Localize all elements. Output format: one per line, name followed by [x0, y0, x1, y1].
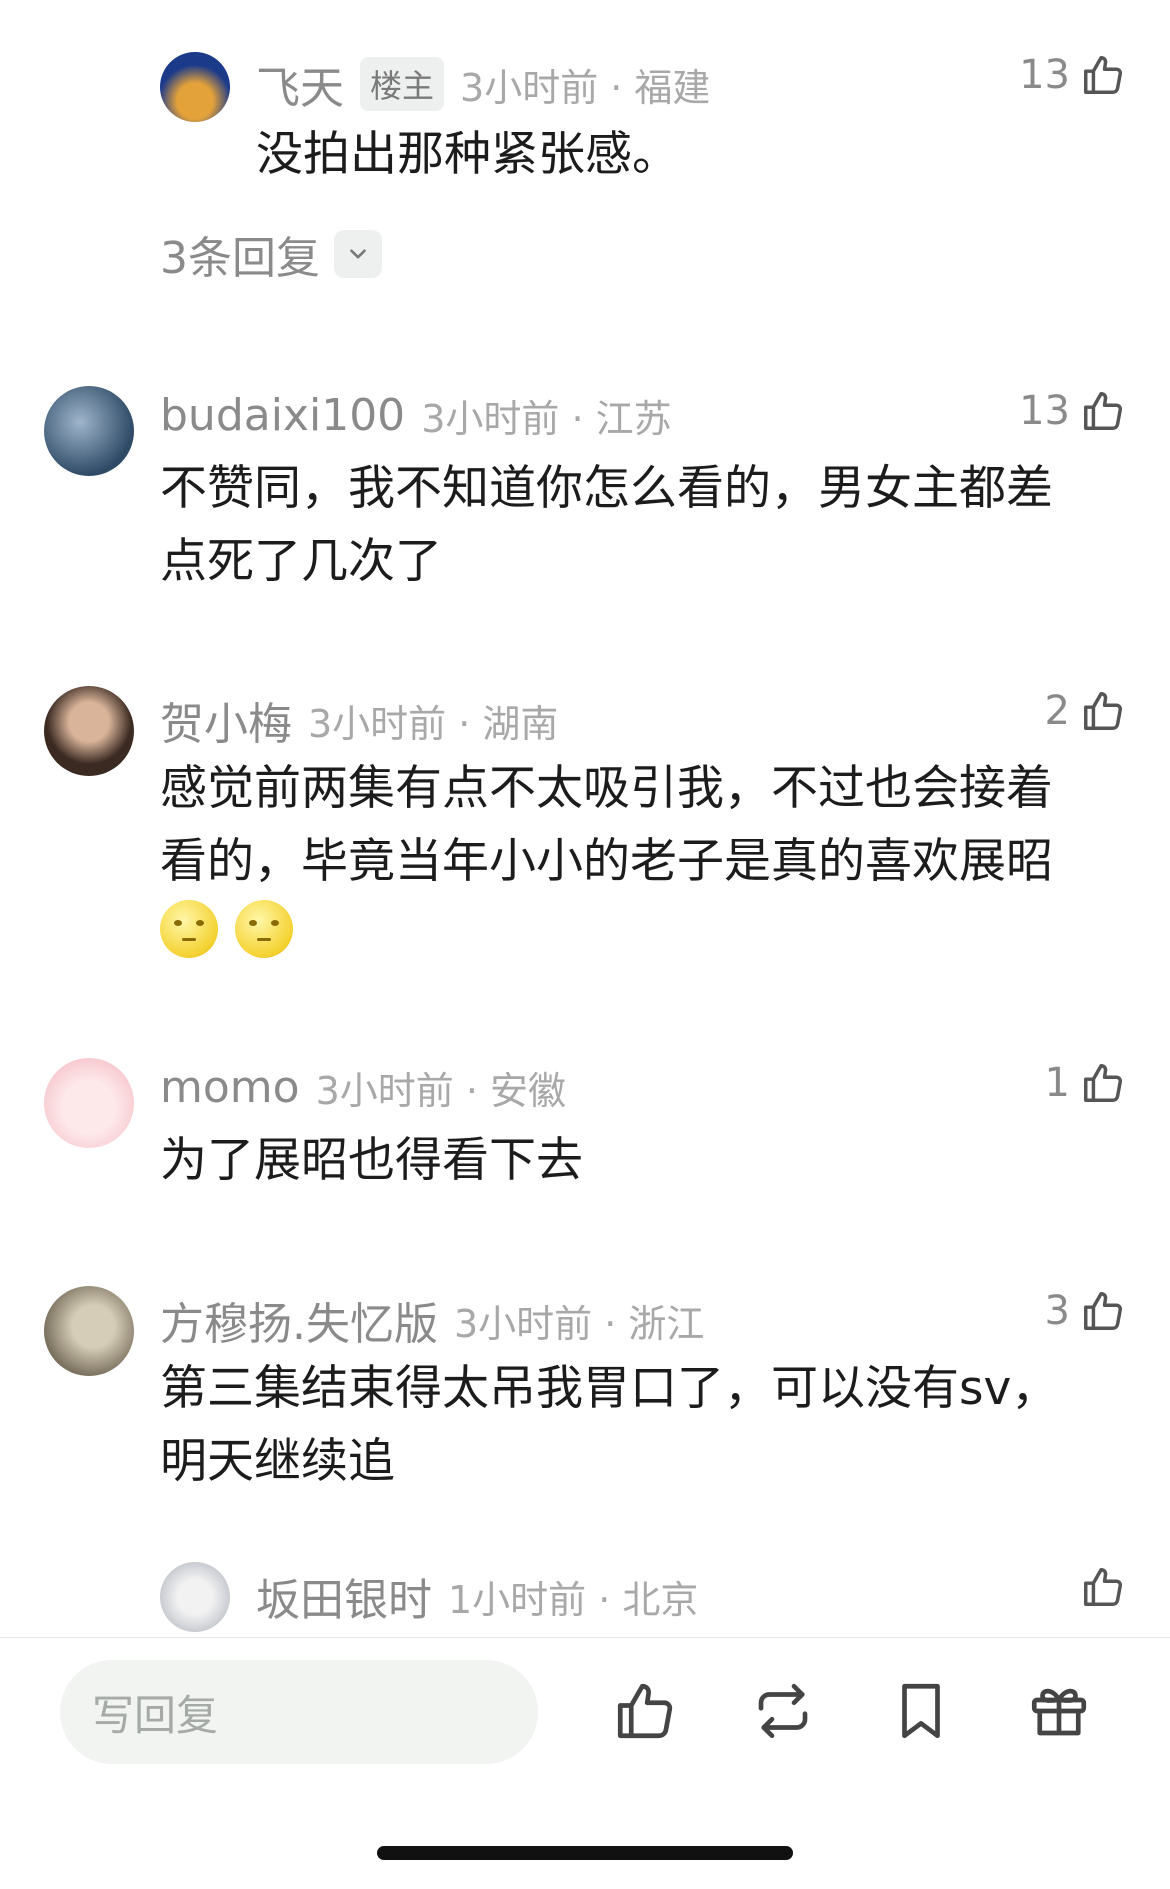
comment-text: 为了展昭也得看下去 — [160, 1133, 583, 1188]
reply-input[interactable]: 写回复 — [60, 1660, 538, 1764]
comment-text: 感觉前两集有点不太吸引我，不过也会接着 看的，毕竟当年小小的老子是真的喜欢展昭 — [160, 761, 1053, 889]
username[interactable]: 贺小梅 — [160, 688, 292, 752]
emoji-row — [160, 900, 305, 958]
thumbs-up-icon — [1084, 692, 1122, 730]
like-count: 13 — [1019, 52, 1070, 98]
comment-text: 不赞同，我不知道你怎么看的，男女主都差 点死了几次了 — [160, 461, 1053, 589]
avatar[interactable] — [160, 52, 230, 122]
bookmark-icon[interactable] — [888, 1678, 954, 1744]
moon-face-emoji-icon — [160, 900, 218, 958]
like-button[interactable]: 2 — [1045, 688, 1126, 734]
like-count: 3 — [1044, 1288, 1070, 1334]
timestamp-location: 3小时前 · 福建 — [460, 65, 711, 110]
timestamp-location: 3小时前 · 安徽 — [315, 1069, 566, 1113]
username[interactable]: 坂田银时 — [256, 1564, 432, 1628]
moon-face-emoji-icon — [235, 900, 294, 958]
timestamp-location: 1小时前 · 北京 — [448, 1577, 699, 1622]
avatar[interactable] — [160, 1562, 230, 1632]
like-button[interactable]: 3 — [1045, 1288, 1126, 1334]
like-count: 1 — [1044, 1060, 1070, 1106]
thumbs-up-icon — [1084, 1568, 1122, 1606]
timestamp-location: 3小时前 · 浙江 — [454, 1301, 705, 1346]
thumbs-up-icon — [1084, 392, 1122, 430]
thumbs-up-icon[interactable] — [612, 1678, 678, 1744]
avatar[interactable] — [44, 686, 134, 776]
username[interactable]: 飞天 — [256, 52, 344, 116]
like-button[interactable] — [1070, 1564, 1126, 1610]
avatar[interactable] — [44, 1286, 134, 1376]
op-badge: 楼主 — [360, 57, 445, 111]
gift-icon[interactable] — [1026, 1678, 1092, 1744]
username[interactable]: budaixi100 — [160, 390, 405, 441]
repost-icon[interactable] — [750, 1678, 816, 1744]
like-button[interactable]: 13 — [1019, 52, 1126, 98]
timestamp-location: 3小时前 · 湖南 — [308, 701, 559, 746]
like-button[interactable]: 13 — [1019, 388, 1126, 434]
comment-text: 第三集结束得太吊我胃口了，可以没有sv， 明天继续追 — [160, 1361, 1059, 1489]
reply-placeholder: 写回复 — [92, 1690, 219, 1740]
like-count: 13 — [1019, 388, 1070, 434]
avatar[interactable] — [44, 386, 134, 476]
chevron-down-icon — [334, 230, 382, 278]
thumbs-up-icon — [1084, 1292, 1122, 1330]
expand-replies-button[interactable]: 3条回复 — [160, 222, 382, 286]
replies-count: 3条回复 — [160, 233, 320, 284]
like-count: 2 — [1044, 688, 1070, 734]
username[interactable]: 方穆扬.失忆版 — [160, 1288, 438, 1352]
like-button[interactable]: 1 — [1045, 1060, 1126, 1106]
avatar[interactable] — [44, 1058, 134, 1148]
username[interactable]: momo — [160, 1062, 300, 1113]
thumbs-up-icon — [1084, 1064, 1122, 1102]
timestamp-location: 3小时前 · 江苏 — [421, 397, 672, 441]
thumbs-up-icon — [1084, 56, 1122, 94]
comment-text: 没拍出那种紧张感。 — [256, 127, 679, 182]
home-indicator[interactable] — [377, 1846, 793, 1860]
